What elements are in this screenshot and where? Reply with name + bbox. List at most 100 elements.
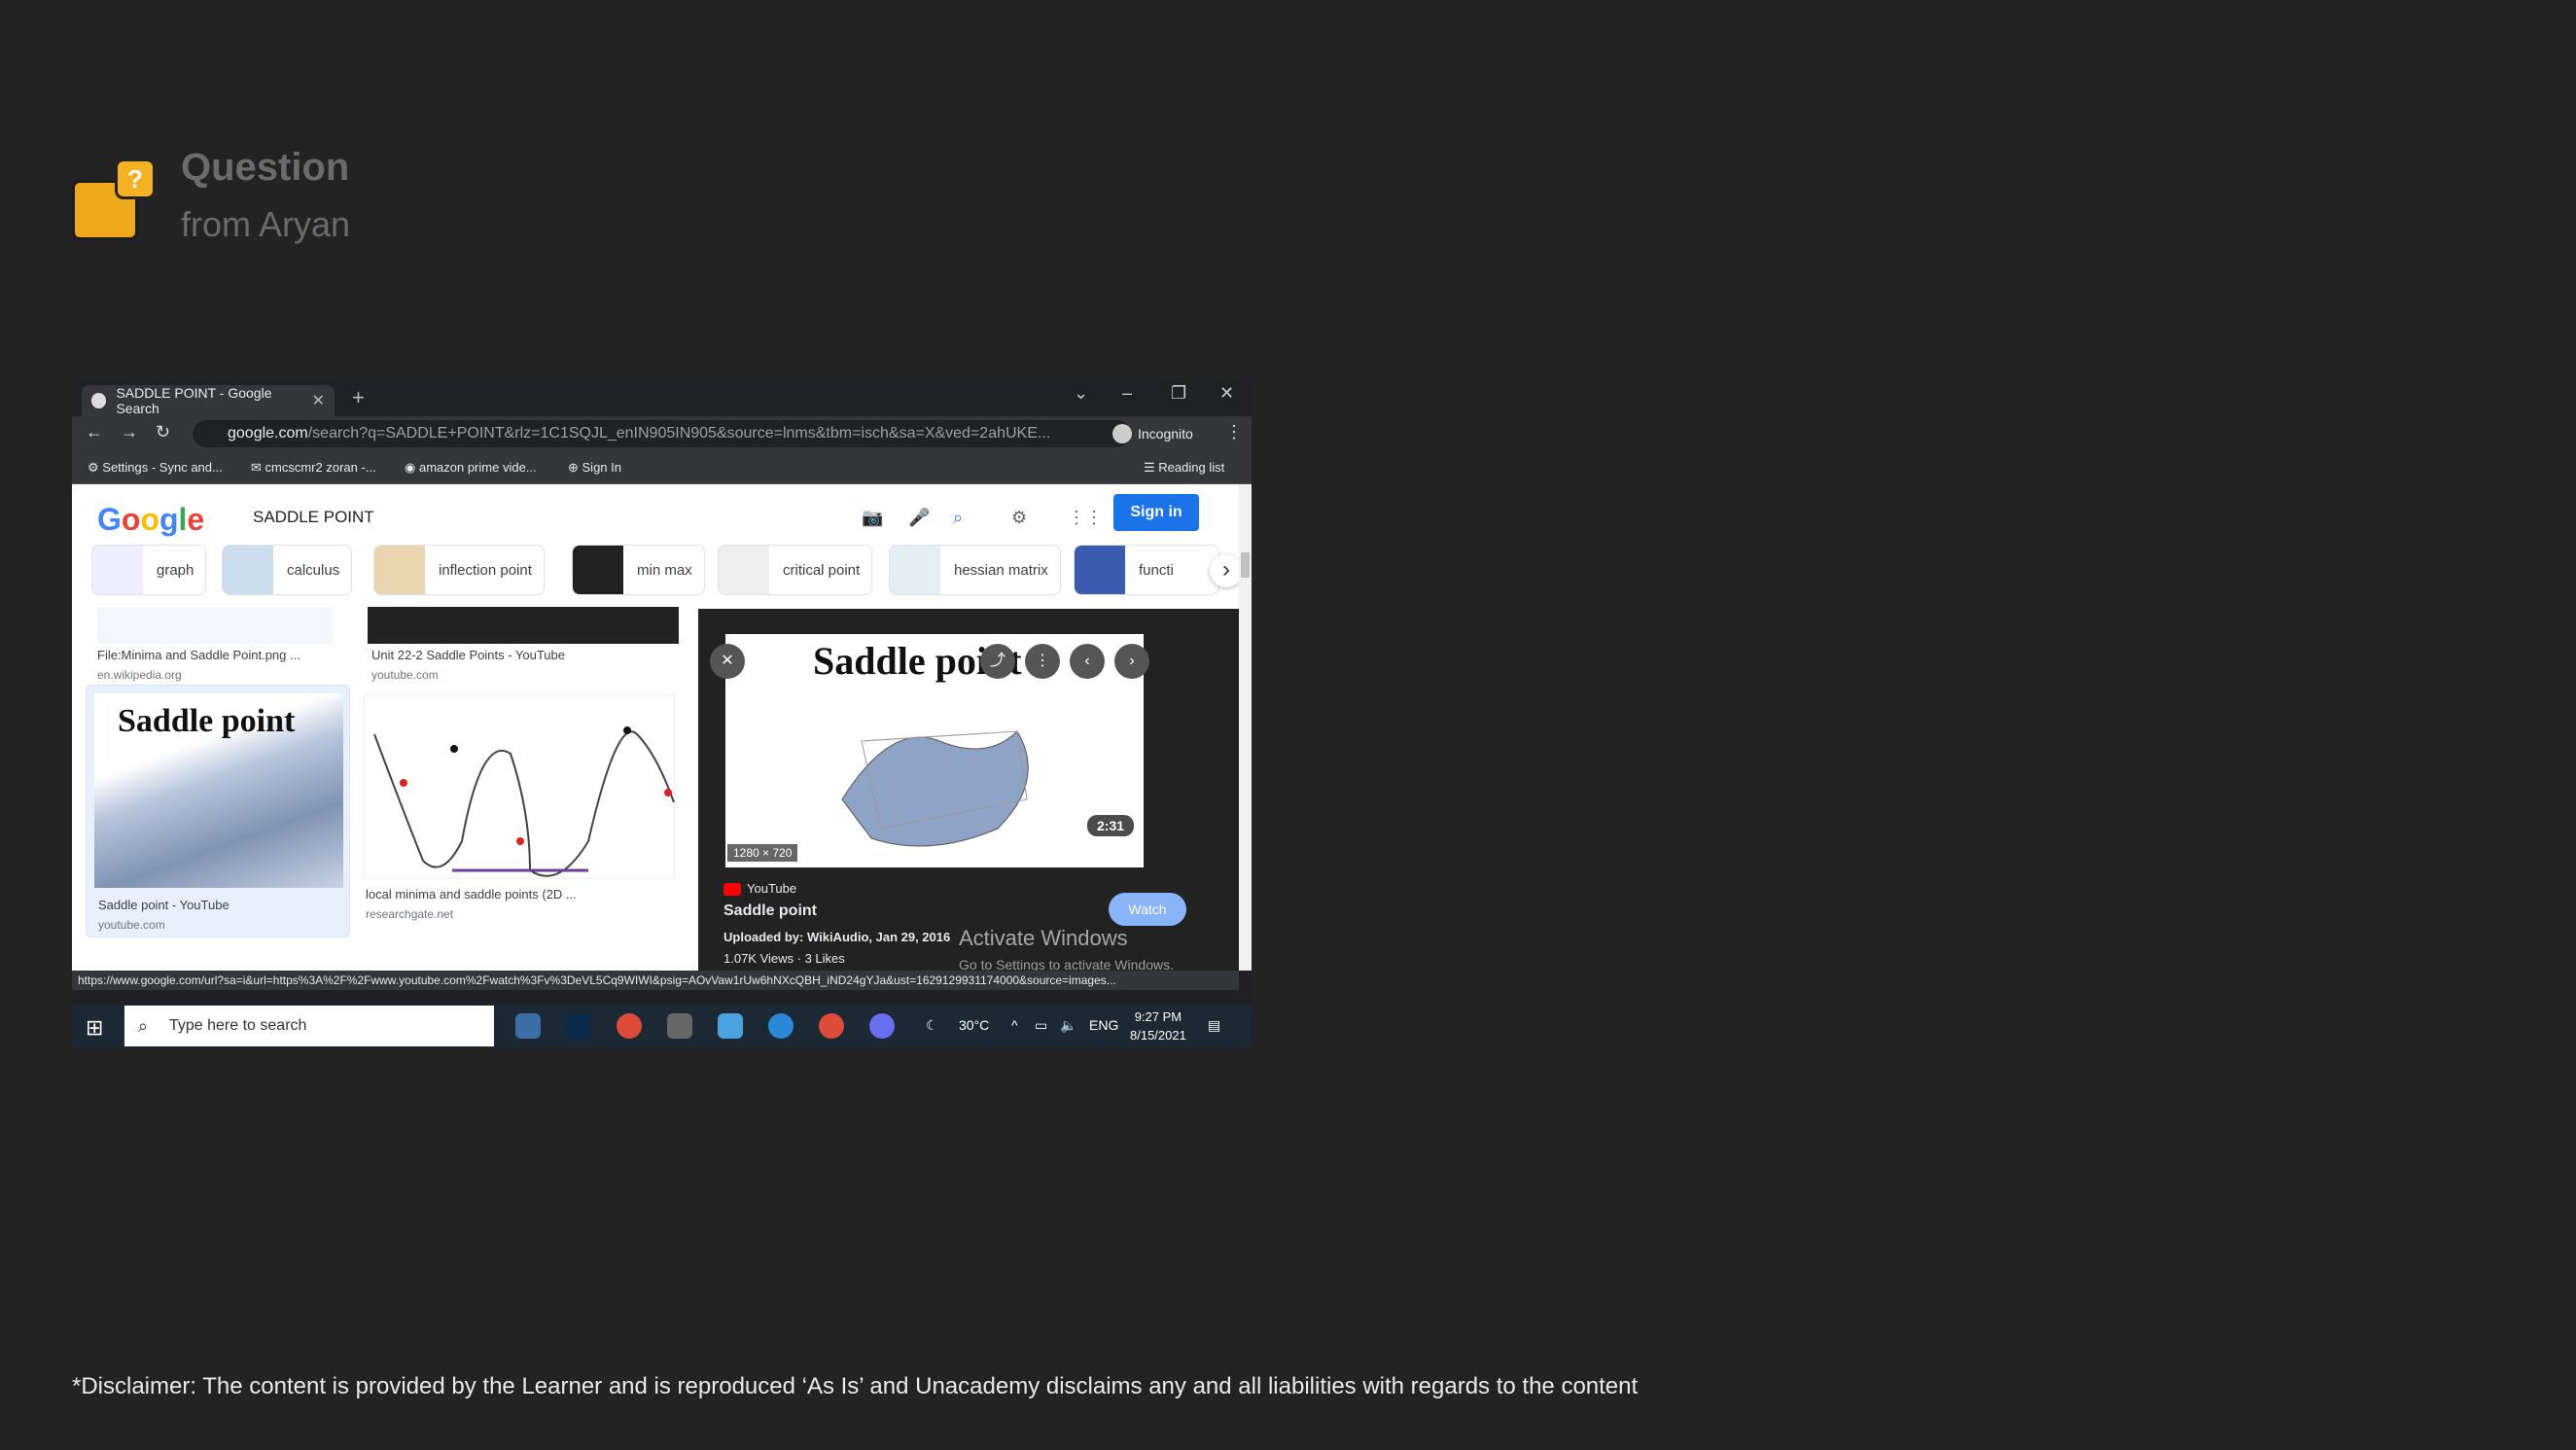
back-icon[interactable]: ← — [86, 422, 103, 442]
minimize-icon[interactable]: – — [1122, 383, 1132, 404]
more-icon[interactable]: ⋮ — [1025, 644, 1060, 679]
question-title: Question — [181, 146, 350, 189]
chip-graph[interactable]: graph — [91, 545, 207, 595]
watch-button[interactable]: Watch — [1109, 893, 1186, 926]
share-icon[interactable]: ⤴ — [980, 644, 1015, 679]
tab-search-icon[interactable]: ⌄ — [1074, 383, 1088, 404]
chip-critical-point[interactable]: critical point — [718, 545, 873, 595]
apps-grid-icon[interactable]: ⋮⋮ — [1068, 508, 1103, 528]
notifications-icon[interactable]: ▤ — [1208, 1017, 1220, 1034]
settings-gear-icon[interactable]: ⚙ — [1011, 508, 1027, 528]
chrome-incognito-icon[interactable] — [819, 1013, 844, 1039]
scrollbar-thumb[interactable] — [1241, 552, 1250, 578]
taskbar-search-placeholder: Type here to search — [169, 1017, 307, 1034]
photoshop-icon[interactable] — [566, 1013, 591, 1039]
volume-icon[interactable]: 🔈 — [1060, 1017, 1076, 1034]
bookmarks-bar: ⚙ Settings - Sync and... ✉ cmcscmr2 zora… — [72, 451, 1252, 484]
reading-list[interactable]: ☰ Reading list — [1144, 460, 1224, 476]
search-icon[interactable]: ⌕ — [953, 508, 963, 528]
duration-badge: 2:31 — [1087, 815, 1135, 836]
status-url: https://www.google.com/url?sa=i&url=http… — [72, 971, 1239, 990]
taskview-icon[interactable] — [515, 1013, 541, 1039]
bookmark-cmcscmr2[interactable]: ✉ cmcscmr2 zoran -... — [251, 460, 376, 476]
google-images-page: Google SADDLE POINT 📷 🎤 ⌕ ⚙ ⋮⋮ Sign in g… — [72, 484, 1239, 971]
chip-label: min max — [637, 561, 692, 579]
chrome-profile-icon[interactable] — [869, 1013, 895, 1039]
result-item[interactable]: local minima and saddle points (2D ... re… — [366, 887, 577, 921]
close-window-icon[interactable]: ✕ — [1219, 383, 1234, 404]
question-author: from Aryan — [181, 204, 351, 244]
chevron-right-icon[interactable]: › — [1114, 644, 1149, 679]
address-bar[interactable]: google.com/search?q=SADDLE+POINT&rlz=1C1… — [193, 420, 1131, 447]
reload-icon[interactable]: ↻ — [156, 422, 170, 442]
preview-title[interactable]: Saddle point — [723, 902, 817, 920]
bookmark-label: amazon prime vide... — [418, 460, 537, 475]
tray-chevron-up-icon[interactable]: ^ — [1011, 1017, 1018, 1033]
likes-count: 3 Likes — [804, 951, 845, 966]
chip-min-max[interactable]: min max — [572, 545, 705, 595]
close-tab-icon[interactable]: ✕ — [312, 391, 325, 410]
result-image: Saddle point — [94, 693, 343, 888]
chip-label: graph — [157, 561, 194, 579]
close-icon[interactable]: ✕ — [710, 644, 745, 679]
incognito-profile[interactable]: Incognito — [1112, 420, 1193, 447]
result-graph-image[interactable] — [364, 694, 675, 879]
chip-hessian-matrix[interactable]: hessian matrix — [889, 545, 1061, 595]
result-item[interactable]: Unit 22-2 Saddle Points - YouTube youtube… — [371, 648, 565, 682]
result-card-selected[interactable]: Saddle point Saddle point - YouTube youtu… — [86, 685, 350, 937]
language-indicator[interactable]: ENG — [1089, 1017, 1118, 1033]
battery-icon[interactable]: ▭ — [1035, 1017, 1047, 1034]
result-item[interactable]: File:Minima and Saddle Point.png ... en.w… — [97, 648, 300, 682]
chip-label: functi — [1139, 561, 1174, 579]
reading-list-label: Reading list — [1158, 460, 1225, 475]
mic-icon[interactable]: 🎤 — [908, 508, 930, 528]
settings-icon[interactable] — [667, 1013, 692, 1039]
weather-moon-icon[interactable]: ☾ — [926, 1017, 938, 1034]
url-path: /search?q=SADDLE+POINT&rlz=1C1SQJL_enIN9… — [307, 425, 1051, 442]
bookmark-amazon[interactable]: ◉ amazon prime vide... — [405, 460, 537, 476]
curve-graph-icon — [373, 726, 675, 877]
chip-calculus[interactable]: calculus — [222, 545, 353, 595]
bookmark-label: cmcscmr2 zoran -... — [265, 460, 376, 475]
menu-icon[interactable]: ⋮ — [1225, 422, 1243, 442]
tab-bar: SADDLE POINT - Google Search ✕ + ⌄ – ❐ ✕ — [72, 377, 1252, 416]
result-source: en.wikipedia.org — [97, 668, 182, 682]
google-logo[interactable]: Google — [97, 502, 204, 538]
sign-in-button[interactable]: Sign in — [1113, 494, 1199, 531]
app-icon[interactable] — [718, 1013, 743, 1039]
bookmark-settings[interactable]: ⚙ Settings - Sync and... — [88, 460, 223, 476]
result-image-text: Saddle point — [118, 703, 296, 739]
edge-icon[interactable] — [768, 1013, 794, 1039]
question-avatar: ? — [72, 159, 156, 240]
result-thumb[interactable] — [368, 607, 679, 644]
windows-taskbar: ⊞ ⌕ Type here to search ☾ 30°C ^ ▭ 🔈 ENG … — [72, 1004, 1252, 1048]
result-title: File:Minima and Saddle Point.png ... — [97, 648, 300, 662]
chevron-right-icon[interactable]: › — [1210, 554, 1239, 587]
taskbar-search-input[interactable]: ⌕ Type here to search — [124, 1006, 494, 1046]
bookmark-sign-in[interactable]: ⊕ Sign In — [568, 460, 621, 476]
chrome-icon[interactable] — [617, 1013, 642, 1039]
page-scrollbar[interactable] — [1239, 484, 1252, 971]
weather-temp[interactable]: 30°C — [959, 1017, 989, 1033]
chip-function[interactable]: functi — [1074, 545, 1219, 595]
taskbar-clock[interactable]: 9:27 PM 8/15/2021 — [1130, 1008, 1186, 1044]
windows-start-icon[interactable]: ⊞ — [86, 1015, 103, 1041]
result-source: youtube.com — [98, 918, 165, 932]
chip-label: hessian matrix — [954, 561, 1048, 579]
result-title: local minima and saddle points (2D ... — [366, 887, 577, 902]
preview-source[interactable]: YouTube — [723, 881, 796, 896]
resolution-label: 1280 × 720 — [727, 844, 798, 862]
new-tab-button[interactable]: + — [352, 385, 365, 410]
google-search-input[interactable]: SADDLE POINT — [253, 502, 671, 533]
views-count: 1.07K Views — [723, 951, 794, 966]
restore-icon[interactable]: ❐ — [1171, 383, 1186, 404]
chevron-left-icon[interactable]: ‹ — [1070, 644, 1105, 679]
chip-label: inflection point — [439, 561, 532, 579]
camera-icon[interactable]: 📷 — [862, 508, 883, 528]
bookmark-label: Sign In — [582, 460, 621, 475]
result-title: Unit 22-2 Saddle Points - YouTube — [371, 648, 565, 662]
chip-inflection-point[interactable]: inflection point — [373, 545, 545, 595]
forward-icon[interactable]: → — [121, 422, 138, 442]
result-thumb[interactable] — [97, 607, 333, 644]
browser-tab[interactable]: SADDLE POINT - Google Search ✕ — [82, 385, 335, 416]
